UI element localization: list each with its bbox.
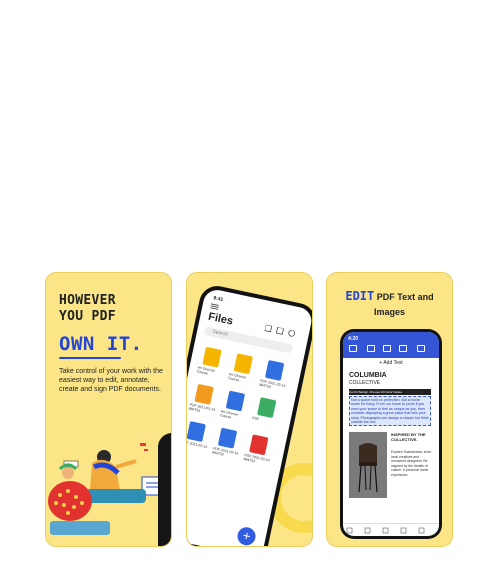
tool-icon[interactable] [399,345,407,352]
headline: EDIT PDF Text and Images [327,289,452,320]
phone-frame: 4:20 + Add Text COLUMBIA COLLECTIVE Cut … [340,329,442,539]
headline-accent: OWN IT. [59,333,143,355]
toolbar-icons[interactable] [264,324,297,339]
file-label: Art Director Course [196,365,216,376]
file-label: PDF 2021-02-14 884753 [188,402,216,414]
headline-rest: PDF Text and [376,292,434,302]
document-icon [249,434,269,456]
document-icon [187,421,206,442]
file-item[interactable]: PDF 2021-02-14 884753 [259,359,290,392]
file-label: PDF 2021-02-14 [186,439,208,450]
tool-icon[interactable] [383,345,391,352]
promo-card-3: EDIT PDF Text and Images 4:20 + Add Text… [326,272,453,547]
selected-text-block[interactable]: Not a space built on perfection. But a h… [349,396,431,427]
status-time: 4:20 [348,336,359,342]
document-icon [257,397,277,419]
promo-card-2: 9:41 Files Search Art Director Course Ar… [186,272,313,547]
file-item[interactable]: PDF [252,396,282,425]
doc-subtitle: COLLECTIVE [349,380,381,386]
more-icon[interactable] [417,345,425,352]
file-item[interactable]: PDF 2021-02-14 884753 [243,434,274,467]
status-time: 9:41 [212,295,224,304]
file-item[interactable]: Art Director Course [228,353,259,386]
folder-icon [233,353,254,375]
document-icon [217,427,238,449]
chair-icon [349,432,387,498]
menu-icon[interactable] [210,303,219,311]
doc-title: COLUMBIA [349,372,387,379]
document-icon [264,360,285,381]
file-label: PDF 2021-02-14 884753 [258,378,286,390]
file-label: Art Director Course [227,372,247,383]
file-label: PDF 2021-02-14 884753 [243,453,271,464]
document-icon [225,390,246,412]
add-text-button[interactable]: + Add Text [343,360,439,366]
add-button[interactable]: + [235,525,258,546]
bottom-tool-icons[interactable] [343,525,439,536]
back-icon[interactable] [349,345,357,352]
headline-line-1: HOWEVER [59,293,116,308]
document-icon [194,383,214,405]
context-menu[interactable]: Cut Fit Backgr. Choose Fill Color Delete [349,389,431,395]
section-heading: INSPIRED BY THE COLLECTIVE. [391,432,426,442]
file-label: PDF [251,415,260,422]
promo-description: Take control of your work with the easie… [59,368,163,394]
file-item[interactable]: Art Director Course [220,390,251,423]
file-label: Art Director Course [219,409,239,420]
folder-icon [202,346,222,368]
body-text: Explore Scandinavia, short local creativ… [391,450,432,477]
headline-line-2: Images [373,307,406,317]
bottom-toolbar [343,523,439,536]
tool-icon[interactable] [367,345,375,352]
chair-image[interactable] [349,432,387,498]
file-item[interactable]: PDF 2021-02-14 884753 [212,427,243,460]
editor-screen: 4:20 + Add Text COLUMBIA COLLECTIVE Cut … [343,332,439,536]
promo-card-1: HOWEVER YOU PDF OWN IT. Take control of … [45,272,172,547]
phone-edge [158,433,171,546]
file-label: PDF 2021-02-14 884753 [211,446,239,457]
file-item[interactable]: PDF 2021-02-14 [186,420,212,450]
page-title: Files [207,310,235,328]
headline-line-2: YOU PDF [59,309,116,324]
file-item[interactable]: Art Director Course [196,346,227,379]
illustration-people-icon [48,443,165,535]
file-item[interactable]: PDF 2021-02-14 884753 [188,383,219,416]
accent-underline [59,357,121,359]
headline-accent: EDIT [345,289,375,303]
editor-toolbar: 4:20 [343,332,439,358]
